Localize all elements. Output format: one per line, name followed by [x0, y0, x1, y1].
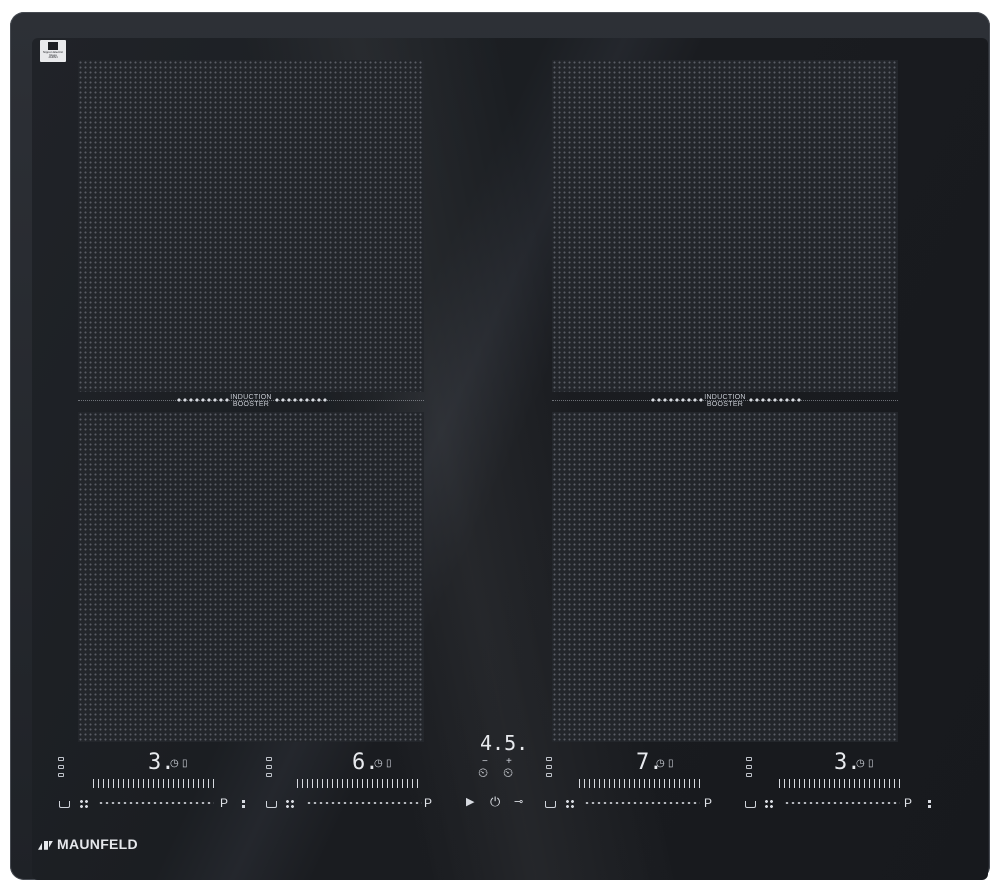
- zone-1-mode-indicators: [58, 757, 64, 781]
- zone-2-bridge-icon[interactable]: [285, 799, 294, 808]
- cooking-zone-right-top: [552, 60, 898, 392]
- zone-3-pot-icon[interactable]: [545, 801, 556, 808]
- zone-1-bridge-icon[interactable]: [79, 799, 88, 808]
- zone-1-timer-digit-icon: ▯: [182, 758, 188, 769]
- booster-label-line1: INDUCTION: [704, 394, 746, 401]
- zone-1-pause-slider[interactable]: [98, 801, 214, 805]
- zone-1-timer-icon[interactable]: ◷: [170, 759, 179, 769]
- zone-3-bridge-icon[interactable]: [565, 799, 574, 808]
- timer-display: 4.5.: [480, 731, 529, 755]
- zone-4-bridge-icon[interactable]: [764, 799, 773, 808]
- zone-1-booster-icon[interactable]: [242, 800, 245, 809]
- booster-label-line2: BOOSTER: [706, 401, 744, 408]
- booster-dots-left-b: [274, 397, 328, 403]
- booster-dots-right-b: [748, 397, 802, 403]
- zone-2-pot-icon[interactable]: [266, 801, 277, 808]
- zone-2-mode-indicators: [266, 757, 272, 781]
- zone-2-timer-icon[interactable]: ◷: [374, 759, 383, 769]
- zone-1-pot-icon[interactable]: [59, 801, 70, 808]
- booster-dots-right-a: [650, 397, 704, 403]
- zone-4-timer-icon[interactable]: ◷: [856, 759, 865, 769]
- zone-4-pot-icon[interactable]: [745, 801, 756, 808]
- zone-3-pause-slider[interactable]: [584, 801, 700, 805]
- zone-1-pause-label: P: [220, 796, 229, 810]
- power-button-icon[interactable]: ⏻: [490, 795, 500, 808]
- cooking-zone-right-bottom: [552, 412, 898, 742]
- booster-label-line2: BOOSTER: [232, 401, 270, 408]
- zone-2-pause-slider[interactable]: [306, 801, 422, 805]
- brand-name: MAUNFELD: [57, 836, 138, 852]
- cooking-zone-front-left-top: [78, 60, 424, 392]
- zone-2-pause-label: P: [424, 796, 433, 810]
- cooking-zone-front-left-bottom: [78, 412, 424, 742]
- zone-4-power-slider[interactable]: [779, 779, 904, 788]
- zone-2-timer-digit-icon: ▯: [386, 758, 392, 769]
- timer-plus-clock-icon[interactable]: ⏲: [503, 766, 513, 779]
- zone-3-mode-indicators: [546, 757, 552, 781]
- booster-label-line1: INDUCTION: [230, 394, 272, 401]
- zone-4-timer-digit-icon: ▯: [868, 758, 874, 769]
- zone-1-power-slider[interactable]: [93, 779, 218, 788]
- badge-logo-icon: [48, 42, 58, 50]
- booster-label-left: INDUCTION BOOSTER: [230, 394, 272, 408]
- zone-3-timer-digit-icon: ▯: [668, 758, 674, 769]
- timer-minus-clock-icon[interactable]: ⏲: [478, 766, 488, 779]
- brand-logo: MAUNFELD: [38, 836, 138, 852]
- zone-4-pause-label: P: [904, 796, 913, 810]
- zone-3-power-slider[interactable]: [579, 779, 704, 788]
- child-lock-icon[interactable]: ⊸: [514, 797, 523, 808]
- zone-4-mode-indicators: [746, 757, 752, 781]
- zone-4-pause-slider[interactable]: [784, 801, 900, 805]
- booster-dots-left-a: [176, 397, 230, 403]
- badge-line2: JAPAN: [48, 55, 58, 59]
- booster-label-right: INDUCTION BOOSTER: [704, 394, 746, 408]
- pause-play-icon[interactable]: ▶: [466, 797, 474, 808]
- brand-mark-icon: [38, 840, 53, 850]
- zone-3-pause-label: P: [704, 796, 713, 810]
- zone-3-timer-icon[interactable]: ◷: [656, 759, 665, 769]
- glass-manufacturer-badge: Nippon Electric Glass JAPAN: [40, 40, 66, 62]
- zone-4-booster-icon[interactable]: [928, 800, 931, 809]
- zone-2-power-slider[interactable]: [297, 779, 422, 788]
